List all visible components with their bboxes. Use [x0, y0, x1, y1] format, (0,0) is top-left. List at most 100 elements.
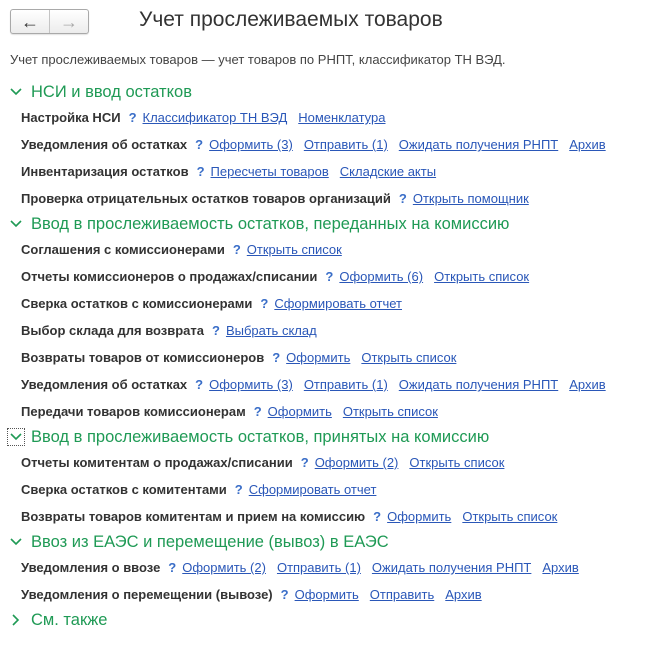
action-link[interactable]: Оформить — [295, 587, 359, 602]
action-link[interactable]: Сформировать отчет — [249, 482, 377, 497]
action-link[interactable]: Оформить (3) — [209, 137, 293, 152]
section-title[interactable]: Ввод в прослеживаемость остатков, принят… — [31, 428, 489, 447]
help-icon[interactable]: ? — [235, 482, 243, 497]
help-icon[interactable]: ? — [254, 404, 262, 419]
action-link[interactable]: Открыть список — [409, 455, 504, 470]
action-link[interactable]: Отправить (1) — [304, 137, 388, 152]
help-icon[interactable]: ? — [301, 455, 309, 470]
page-description: Учет прослеживаемых товаров — учет товар… — [10, 52, 506, 67]
action-link[interactable]: Оформить (2) — [315, 455, 399, 470]
list-item: Отчеты комиссионеров о продажах/списании… — [0, 263, 669, 290]
help-icon[interactable]: ? — [399, 191, 407, 206]
chevron-down-icon[interactable] — [8, 216, 24, 232]
help-icon[interactable]: ? — [168, 560, 176, 575]
row-label: Уведомления об остатках — [21, 377, 188, 392]
help-icon[interactable]: ? — [197, 164, 205, 179]
action-link[interactable]: Архив — [542, 560, 578, 575]
row-label: Отчеты комиссионеров о продажах/списании — [21, 269, 318, 284]
action-link[interactable]: Оформить (2) — [182, 560, 266, 575]
list-item: Уведомления о ввозе? Оформить (2) Отправит… — [0, 554, 669, 581]
row-label: Сверка остатков с комитентами — [21, 482, 227, 497]
list-item: Возвраты товаров комитентам и прием на к… — [0, 503, 669, 530]
section-title[interactable]: См. также — [31, 611, 107, 630]
help-icon[interactable]: ? — [281, 587, 289, 602]
action-link[interactable]: Ожидать получения РНПТ — [399, 137, 558, 152]
action-link[interactable]: Отправить (1) — [304, 377, 388, 392]
chevron-down-icon[interactable] — [8, 534, 24, 550]
help-icon[interactable]: ? — [129, 110, 137, 125]
list-item: Инвентаризация остатков? Пересчеты товаро… — [0, 158, 669, 185]
section-header-0[interactable]: НСИ и ввод остатков — [0, 80, 669, 104]
action-link[interactable]: Оформить — [268, 404, 332, 419]
help-icon[interactable]: ? — [233, 242, 241, 257]
action-link[interactable]: Оформить — [387, 509, 451, 524]
list-item: Передачи товаров комиссионерам? Оформить О… — [0, 398, 669, 425]
action-link[interactable]: Архив — [569, 137, 605, 152]
help-icon[interactable]: ? — [260, 296, 268, 311]
chevron-down-icon[interactable] — [7, 428, 25, 446]
action-link[interactable]: Оформить — [286, 350, 350, 365]
help-icon[interactable]: ? — [212, 323, 220, 338]
action-link[interactable]: Пересчеты товаров — [211, 164, 329, 179]
action-link[interactable]: Открыть список — [462, 509, 557, 524]
section-header-1[interactable]: Ввод в прослеживаемость остатков, переда… — [0, 212, 669, 236]
section-title[interactable]: НСИ и ввод остатков — [31, 83, 192, 102]
action-link[interactable]: Складские акты — [340, 164, 436, 179]
action-link[interactable]: Оформить (6) — [339, 269, 423, 284]
row-label: Отчеты комитентам о продажах/списании — [21, 455, 293, 470]
action-link[interactable]: Ожидать получения РНПТ — [372, 560, 531, 575]
list-item: Выбор склада для возврата? Выбрать склад — [0, 317, 669, 344]
row-label: Инвентаризация остатков — [21, 164, 189, 179]
help-icon[interactable]: ? — [195, 377, 203, 392]
row-label: Передачи товаров комиссионерам — [21, 404, 246, 419]
row-label: Настройка НСИ — [21, 110, 121, 125]
row-label: Проверка отрицательных остатков товаров … — [21, 191, 391, 206]
action-link[interactable]: Открыть список — [343, 404, 438, 419]
arrow-left-icon[interactable]: ← — [11, 10, 49, 33]
section-title[interactable]: Ввод в прослеживаемость остатков, переда… — [31, 215, 509, 234]
page-title: Учет прослеживаемых товаров — [139, 8, 443, 31]
help-icon[interactable]: ? — [325, 269, 333, 284]
action-link[interactable]: Оформить (3) — [209, 377, 293, 392]
section-header-4[interactable]: См. также — [0, 608, 669, 632]
row-label: Уведомления о ввозе — [21, 560, 161, 575]
sections-container: НСИ и ввод остатков Настройка НСИ? Классиф… — [0, 80, 669, 632]
action-link[interactable]: Ожидать получения РНПТ — [399, 377, 558, 392]
action-link[interactable]: Открыть список — [434, 269, 529, 284]
list-item: Соглашения с комиссионерами? Открыть спис… — [0, 236, 669, 263]
action-link[interactable]: Открыть список — [247, 242, 342, 257]
action-link[interactable]: Открыть список — [361, 350, 456, 365]
help-icon[interactable]: ? — [195, 137, 203, 152]
action-link[interactable]: Номенклатура — [298, 110, 385, 125]
action-link[interactable]: Отправить — [370, 587, 434, 602]
navigation-buttons: ← → — [10, 9, 89, 34]
arrow-right-icon[interactable]: → — [49, 10, 88, 33]
list-item: Проверка отрицательных остатков товаров … — [0, 185, 669, 212]
chevron-right-icon[interactable] — [8, 612, 24, 628]
list-item: Настройка НСИ? Классификатор ТН ВЭД Номенк… — [0, 104, 669, 131]
row-label: Уведомления о перемещении (вывозе) — [21, 587, 273, 602]
chevron-down-icon[interactable] — [8, 84, 24, 100]
list-item: Отчеты комитентам о продажах/списании? Оф… — [0, 449, 669, 476]
list-item: Уведомления об остатках? Оформить (3) Отпр… — [0, 371, 669, 398]
list-item: Возвраты товаров от комиссионеров? Оформи… — [0, 344, 669, 371]
help-icon[interactable]: ? — [272, 350, 280, 365]
row-label: Возвраты товаров комитентам и прием на к… — [21, 509, 366, 524]
row-label: Уведомления об остатках — [21, 137, 188, 152]
section-title[interactable]: Ввоз из ЕАЭС и перемещение (вывоз) в ЕАЭ… — [31, 533, 389, 552]
list-item: Уведомления о перемещении (вывозе)? Оформ… — [0, 581, 669, 608]
action-link[interactable]: Сформировать отчет — [274, 296, 402, 311]
help-icon[interactable]: ? — [373, 509, 381, 524]
action-link[interactable]: Открыть помощник — [413, 191, 529, 206]
action-link[interactable]: Выбрать склад — [226, 323, 317, 338]
section-header-3[interactable]: Ввоз из ЕАЭС и перемещение (вывоз) в ЕАЭ… — [0, 530, 669, 554]
row-label: Возвраты товаров от комиссионеров — [21, 350, 265, 365]
action-link[interactable]: Архив — [569, 377, 605, 392]
action-link[interactable]: Архив — [445, 587, 481, 602]
row-label: Сверка остатков с комиссионерами — [21, 296, 253, 311]
row-label: Выбор склада для возврата — [21, 323, 205, 338]
action-link[interactable]: Отправить (1) — [277, 560, 361, 575]
list-item: Уведомления об остатках? Оформить (3) Отпр… — [0, 131, 669, 158]
action-link[interactable]: Классификатор ТН ВЭД — [143, 110, 288, 125]
section-header-2[interactable]: Ввод в прослеживаемость остатков, принят… — [0, 425, 669, 449]
